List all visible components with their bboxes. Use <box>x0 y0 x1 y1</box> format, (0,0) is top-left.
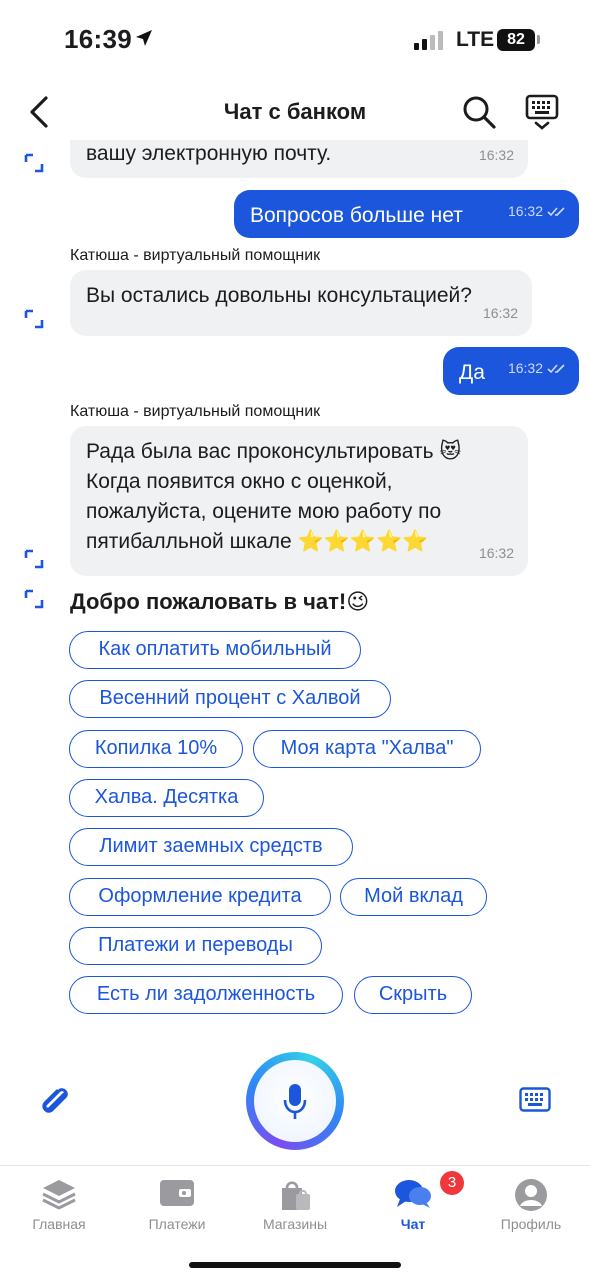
message-line: пожалуйста, оцените мою работу по <box>86 500 442 523</box>
message-sender: Катюша - виртуальный помощник <box>70 403 321 420</box>
battery-icon: 82 <box>497 29 535 51</box>
message-time: 16:32 <box>507 203 543 219</box>
quick-reply-chip[interactable]: Платежи и переводы <box>69 927 322 965</box>
message-line: пятибалльной шкале ⭐⭐⭐⭐⭐ <box>86 530 429 553</box>
message-status: 16:32 <box>508 353 567 383</box>
tab-label: Главная <box>32 1216 86 1232</box>
wallet-icon <box>118 1178 236 1208</box>
profile-icon <box>472 1178 590 1212</box>
welcome-title: Добро пожаловать в чат!😉 <box>70 589 370 614</box>
quick-reply-chip[interactable]: Копилка 10% <box>69 730 243 768</box>
quick-reply-chip[interactable]: Есть ли задолженность <box>69 976 343 1014</box>
message-bubble-bot: Вы остались довольны консультацией? 16:3… <box>70 270 532 336</box>
battery-tip <box>537 35 540 44</box>
tab-profile[interactable]: Профиль <box>472 1166 590 1246</box>
chat-unread-badge: 3 <box>440 1171 464 1195</box>
message-bubble-bot: вашу электронную почту. 16:32 <box>70 140 528 178</box>
tab-label: Чат <box>400 1216 426 1232</box>
expand-corner-icon[interactable] <box>23 308 45 335</box>
keyboard-icon[interactable] <box>525 94 559 135</box>
message-sender: Катюша - виртуальный помощник <box>70 247 321 264</box>
hide-chip[interactable]: Скрыть <box>354 976 472 1014</box>
message-time: 16:32 <box>478 147 514 163</box>
signal-icon <box>414 30 446 55</box>
message-line: Рада была вас проконсультировать 😻 <box>86 440 462 463</box>
shopping-bag-icon <box>236 1178 354 1212</box>
message-bubble-user: Вопросов больше нет 16:32 <box>234 190 579 238</box>
paperclip-icon[interactable] <box>38 1084 72 1125</box>
status-bar: 16:39 LTE 82 <box>0 0 590 80</box>
search-icon[interactable] <box>461 94 497 135</box>
message-status: 16:32 <box>508 196 567 226</box>
network-label: LTE <box>456 28 495 51</box>
double-check-icon <box>547 364 565 374</box>
expand-corner-icon[interactable] <box>23 548 45 575</box>
chat-header: Чат с банком <box>0 84 590 140</box>
tab-shops[interactable]: Магазины <box>236 1166 354 1246</box>
quick-reply-chip[interactable]: Моя карта "Халва" <box>253 730 481 768</box>
voice-input-button[interactable] <box>246 1052 344 1150</box>
quick-reply-chip[interactable]: Халва. Десятка <box>69 779 264 817</box>
message-text: Вопросов больше нет <box>250 204 463 227</box>
location-arrow-icon <box>134 28 154 53</box>
message-text: Да <box>459 361 485 384</box>
tab-home[interactable]: Главная <box>0 1166 118 1246</box>
quick-reply-chip[interactable]: Оформление кредита <box>69 878 331 916</box>
quick-reply-chip[interactable]: Мой вклад <box>340 878 487 916</box>
double-check-icon <box>547 207 565 217</box>
message-time: 16:32 <box>507 360 543 376</box>
tab-label: Профиль <box>500 1216 562 1232</box>
message-time: 16:32 <box>482 305 518 321</box>
message-bubble-bot: Рада была вас проконсультировать 😻 Когда… <box>70 426 528 576</box>
chat-messages: вашу электронную почту. 16:32 Вопросов б… <box>0 140 590 1020</box>
status-time: 16:39 <box>64 24 132 54</box>
layers-icon <box>0 1178 118 1210</box>
message-line: Когда появится окно с оценкой, <box>86 470 393 493</box>
quick-reply-chip[interactable]: Лимит заемных средств <box>69 828 353 866</box>
quick-reply-chip[interactable]: Весенний процент с Халвой <box>69 680 391 718</box>
expand-corner-icon[interactable] <box>23 588 45 615</box>
keyboard-icon[interactable] <box>519 1087 551 1118</box>
tab-label: Платежи <box>148 1216 206 1232</box>
quick-reply-chip[interactable]: Как оплатить мобильный <box>69 631 361 669</box>
tab-payments[interactable]: Платежи <box>118 1166 236 1246</box>
message-text: Вы остались довольны консультацией? <box>86 284 472 307</box>
microphone-icon <box>283 1084 307 1119</box>
message-text: вашу электронную почту. <box>86 142 332 165</box>
home-indicator <box>189 1262 401 1268</box>
expand-corner-icon[interactable] <box>23 152 45 179</box>
tab-label: Магазины <box>262 1216 328 1232</box>
page-title: Чат с банком <box>223 99 367 124</box>
message-bubble-user: Да 16:32 <box>443 347 579 395</box>
message-time: 16:32 <box>478 545 514 561</box>
voice-input-inner <box>254 1060 336 1142</box>
